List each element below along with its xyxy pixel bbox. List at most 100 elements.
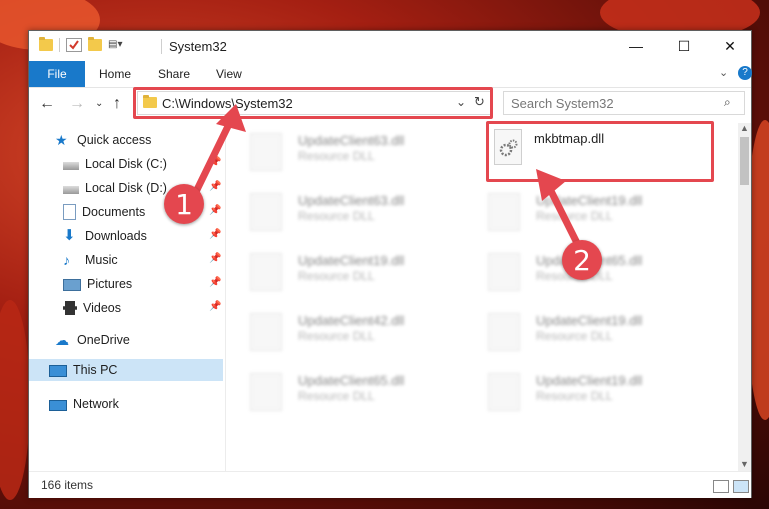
sidebar-item-music[interactable]: ♪ Music: [63, 249, 118, 271]
file-name: UpdateClient63.dll: [298, 133, 405, 148]
sidebar-item-label: Local Disk (D:): [85, 181, 167, 195]
file-type: Resource DLL: [298, 149, 375, 163]
sidebar-item-label: This PC: [73, 363, 118, 377]
dll-file-icon: [250, 373, 282, 411]
maximize-button[interactable]: ☐: [661, 31, 707, 61]
tab-home[interactable]: Home: [99, 67, 131, 81]
callout-badge-1: 1: [164, 184, 204, 224]
file-explorer-window: ▤▾ System32 — ☐ ✕ File Home Share View ⌄…: [28, 30, 752, 498]
separator: [59, 38, 60, 52]
file-name: UpdateClient63.dll: [298, 193, 405, 208]
chevron-down-icon[interactable]: ⌄: [719, 66, 728, 79]
file-item[interactable]: UpdateClient65.dll Resource DLL: [226, 367, 446, 417]
file-item[interactable]: UpdateClient19.dll Resource DLL: [226, 247, 446, 297]
navigation-bar: ← → ⌄ ↑ C:\Windows\System32 ⌄ ↻ Search S…: [29, 87, 751, 119]
sidebar-item-label: Videos: [83, 301, 121, 315]
file-type: Resource DLL: [298, 269, 375, 283]
sidebar-item-downloads[interactable]: ⬇ Downloads: [63, 225, 147, 247]
file-list: UpdateClient63.dll Resource DLL mkbtmap.…: [226, 121, 736, 471]
close-button[interactable]: ✕: [707, 31, 753, 61]
tab-share[interactable]: Share: [158, 67, 190, 81]
file-item[interactable]: UpdateClient42.dll Resource DLL: [226, 307, 446, 357]
quick-access-toolbar: ▤▾: [39, 37, 136, 52]
sidebar-item-label: Downloads: [85, 229, 147, 243]
file-type: Resource DLL: [536, 389, 613, 403]
window-title: System32: [169, 39, 227, 54]
drive-icon: [63, 161, 79, 170]
file-type: Resource DLL: [298, 209, 375, 223]
file-name: UpdateClient19.dll: [536, 313, 643, 328]
file-type: Resource DLL: [298, 389, 375, 403]
search-input[interactable]: Search System32 ⌕: [503, 91, 745, 115]
recent-locations-icon[interactable]: ⌄: [95, 98, 103, 109]
scrollbar-thumb[interactable]: [740, 137, 749, 185]
dll-file-icon: [250, 313, 282, 351]
scroll-down-arrow-icon[interactable]: ▼: [740, 459, 749, 469]
sidebar-item-label: Pictures: [87, 277, 133, 291]
vertical-scrollbar[interactable]: ▲ ▼: [738, 123, 751, 471]
background-leaf: [0, 300, 30, 500]
search-placeholder: Search System32: [511, 96, 614, 111]
pin-icon: 📌: [209, 253, 222, 264]
cloud-icon: ☁: [55, 332, 69, 348]
sidebar-item-local-disk-d[interactable]: Local Disk (D:): [63, 177, 167, 199]
separator: [161, 39, 162, 54]
document-icon: [63, 204, 76, 220]
pin-icon: 📌: [209, 277, 222, 288]
file-name: UpdateClient65.dll: [298, 373, 405, 388]
download-icon: ⬇: [63, 227, 76, 244]
sidebar-item-quick-access[interactable]: ★ Quick access: [55, 129, 151, 151]
tab-file[interactable]: File: [29, 61, 85, 87]
properties-icon[interactable]: [66, 38, 82, 52]
sidebar-item-label: Local Disk (C:): [85, 157, 167, 171]
status-bar: 166 items: [29, 471, 751, 498]
file-type: Resource DLL: [536, 329, 613, 343]
sidebar-item-label: Network: [73, 397, 119, 411]
file-name: UpdateClient19.dll: [298, 253, 405, 268]
item-count: 166 items: [41, 478, 94, 492]
pin-icon: 📌: [209, 229, 222, 240]
file-name: UpdateClient42.dll: [298, 313, 405, 328]
large-icons-view-icon[interactable]: [733, 480, 749, 493]
file-type: Resource DLL: [298, 329, 375, 343]
file-item[interactable]: UpdateClient19.dll Resource DLL: [464, 307, 684, 357]
sidebar-item-onedrive[interactable]: ☁ OneDrive: [55, 329, 130, 351]
search-icon: ⌕: [724, 95, 731, 109]
details-view-icon[interactable]: [713, 480, 729, 493]
pictures-icon: [63, 279, 81, 291]
help-icon[interactable]: ?: [738, 66, 752, 80]
drive-icon: [63, 185, 79, 194]
customize-toolbar-icon[interactable]: ▤▾: [108, 39, 130, 51]
back-arrow-icon[interactable]: ←: [39, 95, 55, 113]
sidebar-item-documents[interactable]: Documents: [63, 201, 145, 223]
callout-badge-2: 2: [562, 240, 602, 280]
sidebar-item-label: Quick access: [77, 133, 152, 147]
music-icon: ♪: [63, 252, 70, 268]
sidebar-item-label: Documents: [82, 205, 146, 219]
dll-file-icon: [250, 253, 282, 291]
up-arrow-icon[interactable]: ↑: [113, 95, 121, 113]
sidebar-item-videos[interactable]: Videos: [63, 297, 121, 319]
sidebar-item-local-disk-c[interactable]: Local Disk (C:): [63, 153, 167, 175]
file-item[interactable]: UpdateClient19.dll Resource DLL: [464, 367, 684, 417]
sidebar-item-label: Music: [85, 253, 118, 267]
tab-view[interactable]: View: [216, 67, 242, 81]
sidebar-item-network[interactable]: Network: [49, 393, 119, 415]
new-folder-icon[interactable]: [88, 37, 102, 51]
dll-file-icon: [488, 373, 520, 411]
computer-icon: [49, 364, 67, 377]
forward-arrow-icon[interactable]: →: [69, 95, 85, 113]
pin-icon: 📌: [209, 301, 222, 312]
network-icon: [49, 399, 67, 411]
dll-file-icon: [488, 253, 520, 291]
sidebar-item-pictures[interactable]: Pictures: [63, 273, 132, 295]
video-icon: [63, 301, 77, 315]
dll-file-icon: [488, 193, 520, 231]
sidebar-item-this-pc[interactable]: This PC: [29, 359, 223, 381]
ribbon: File Home Share View ⌄ ?: [29, 61, 752, 88]
minimize-button[interactable]: —: [613, 31, 659, 61]
scroll-up-arrow-icon[interactable]: ▲: [740, 123, 749, 133]
folder-icon[interactable]: [39, 37, 53, 51]
sidebar-item-label: OneDrive: [77, 333, 130, 347]
dll-file-icon: [488, 313, 520, 351]
